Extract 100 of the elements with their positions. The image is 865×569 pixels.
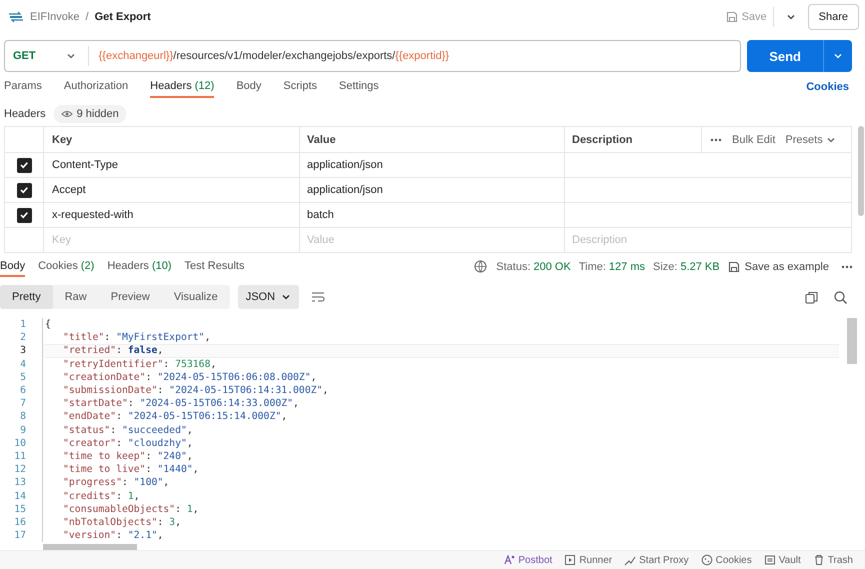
vault-icon [764, 554, 776, 566]
checkbox[interactable] [16, 208, 32, 222]
trash-icon [812, 554, 825, 566]
wrap-icon [311, 291, 326, 303]
status-bar-button[interactable]: Runner [564, 554, 612, 566]
code-line: "time to keep": "240", [42, 450, 839, 464]
tab[interactable]: Body [236, 77, 262, 98]
line-number: 4 [19, 358, 27, 370]
tab[interactable]: Test Results [184, 257, 244, 277]
tab[interactable]: Cookies (2) [38, 257, 94, 277]
scrollbar[interactable] [43, 544, 137, 550]
line-number: 2 [19, 332, 27, 344]
check-icon [19, 160, 29, 170]
presets-dropdown[interactable]: Presets [785, 134, 836, 146]
line-number: 12 [13, 464, 27, 476]
input-field[interactable]: Description [572, 234, 824, 246]
status-bar-button[interactable]: Vault [764, 554, 801, 566]
save-icon [726, 11, 738, 23]
code-line: "nbTotalObjects": 3, [42, 516, 839, 529]
view-mode-tab[interactable]: Pretty [0, 285, 53, 309]
code-line: "version": "2.1", [42, 529, 839, 542]
request-icon [8, 10, 24, 24]
checkbox[interactable] [16, 158, 32, 172]
globe-icon [474, 260, 488, 274]
code-line: "startDate": "2024-05-15T06:14:33.000Z", [42, 397, 839, 410]
table-cell: batch [300, 203, 565, 227]
url-field[interactable]: {{exchangeurl}}/resources/v1/modeler/exchangejobs/exports/{{exportid}} [88, 50, 450, 62]
line-number: 6 [19, 385, 27, 396]
breadcrumb-separator: / [86, 11, 89, 23]
line-number: 14 [13, 490, 27, 502]
view-mode-tab[interactable]: Visualize [162, 285, 230, 309]
table-cell: Accept [44, 178, 300, 202]
table-cell: Content-Type [44, 153, 300, 177]
table-cell: application/json [300, 178, 565, 202]
response-meta-label: Time: [578, 261, 606, 273]
scrollbar[interactable] [858, 126, 864, 216]
code-line: "retryIdentifier": 753168, [42, 358, 839, 371]
column-header: Key [52, 134, 72, 146]
more-icon [841, 265, 853, 269]
line-number: 1 [19, 319, 27, 330]
tab[interactable]: Body [0, 257, 26, 277]
line-number: 17 [13, 530, 27, 542]
check-icon [19, 210, 29, 220]
table-cell: application/json [300, 153, 565, 177]
line-number: 16 [13, 516, 27, 528]
line-number: 9 [19, 424, 27, 436]
method-dropdown[interactable]: GET [5, 46, 89, 66]
code-line: "consumableObjects": 1, [42, 502, 839, 516]
tab[interactable]: Params [4, 77, 42, 98]
line-number: 3 [19, 345, 27, 356]
input-field[interactable]: Value [307, 234, 538, 246]
response-meta-value: 200 OK [534, 261, 571, 273]
cookies-link[interactable]: Cookies [806, 81, 849, 98]
request-title: Get Export [94, 11, 151, 23]
code-line: "time to live": "1440", [42, 463, 839, 476]
response-meta-label: Status: [496, 261, 531, 273]
response-meta-label: Size: [653, 261, 678, 273]
code-line: "endDate": "2024-05-15T06:15:14.000Z", [42, 410, 839, 424]
code-line: "submissionDate": "2024-05-15T06:14:31.000Z", [42, 384, 839, 398]
format-dropdown[interactable]: JSON [238, 285, 300, 309]
code-line: "credits": 1, [42, 489, 839, 503]
collection-link[interactable]: EIFInvoke [30, 11, 80, 23]
bulk-edit-button[interactable]: Bulk Edit [732, 134, 776, 146]
scrollbar[interactable] [847, 318, 857, 364]
status-bar-button[interactable]: Postbot [503, 554, 552, 566]
tab[interactable]: Scripts [283, 77, 318, 98]
hidden-headers-toggle[interactable]: 9 hidden [54, 105, 126, 123]
status-bar-button[interactable]: Cookies [700, 554, 752, 566]
tab[interactable]: Headers (10) [107, 257, 172, 277]
line-number: 8 [19, 411, 27, 422]
input-field[interactable]: Key [52, 234, 274, 246]
headers-label: Headers [4, 108, 46, 120]
status-bar-button[interactable]: Trash [812, 554, 853, 566]
more-icon [710, 138, 722, 142]
tab[interactable]: Authorization [64, 77, 128, 98]
line-number: 7 [19, 398, 27, 410]
code-line: "creator": "cloudzhy", [42, 436, 839, 450]
caret-icon [833, 51, 843, 61]
code-line: "status": "succeeded", [42, 424, 839, 437]
response-meta-value: 127 ms [608, 261, 645, 273]
view-mode-tab[interactable]: Preview [98, 285, 162, 309]
column-header: Value [307, 134, 336, 146]
table-cell: x-requested-with [44, 203, 300, 227]
code-line: "creationDate": "2024-05-15T06:06:08.000Z", [42, 370, 839, 384]
caret-icon [66, 51, 76, 61]
check-icon [19, 185, 29, 195]
status-bar-button[interactable]: Start Proxy [624, 554, 689, 566]
response-meta-value: 5.27 KB [680, 261, 720, 273]
cookie-icon [700, 554, 713, 566]
save-icon [728, 261, 740, 273]
line-number: 10 [13, 438, 27, 449]
tab[interactable]: Settings [339, 77, 379, 98]
line-number: 5 [19, 372, 27, 383]
line-number: 15 [13, 504, 27, 515]
share-button[interactable]: Share [808, 4, 859, 30]
view-mode-tab[interactable]: Raw [52, 285, 99, 309]
tab[interactable]: Headers (12) [150, 77, 214, 98]
checkbox[interactable] [16, 182, 32, 198]
caret-icon [281, 292, 292, 302]
save-as-example-button[interactable]: Save as example [728, 261, 829, 273]
